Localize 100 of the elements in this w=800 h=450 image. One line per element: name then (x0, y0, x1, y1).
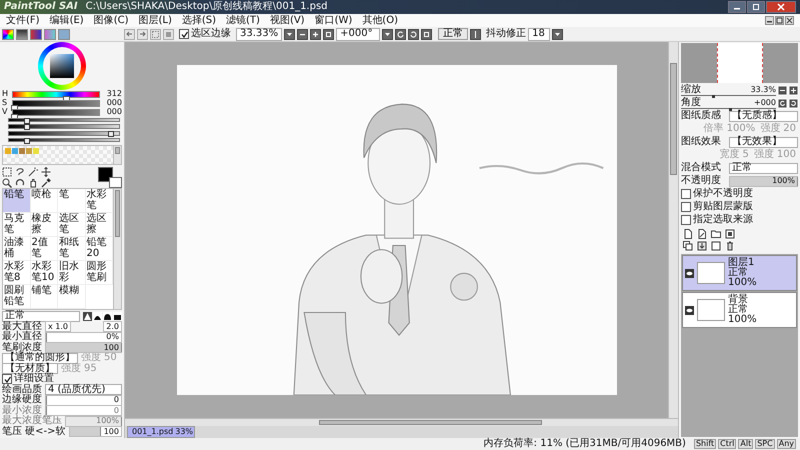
zoom-in-button[interactable] (310, 28, 322, 40)
restore-icon[interactable] (775, 16, 784, 25)
new-linework-layer-icon[interactable] (697, 229, 707, 239)
size-multiplier[interactable]: x 1.0 (45, 321, 71, 332)
wand-icon[interactable] (28, 166, 38, 177)
mixer-slider[interactable] (8, 138, 120, 142)
zoom-out-button[interactable] (297, 28, 308, 40)
brush-tool[interactable]: 和纸笔 (58, 236, 86, 261)
navigator-slider[interactable]: 缩放 33.3% (681, 84, 776, 96)
mixer-slider[interactable] (8, 130, 120, 136)
color-swatch[interactable] (26, 148, 32, 154)
brush-tip-icon[interactable] (113, 312, 122, 321)
eyedropper-icon[interactable] (41, 178, 51, 188)
paper-dropdown[interactable]: 【无效果】 (729, 136, 798, 148)
deselect-button[interactable] (150, 28, 161, 40)
canvas-scrollbar[interactable] (668, 42, 678, 418)
undo-button[interactable] (124, 28, 135, 40)
stabilizer-field[interactable]: 18 (528, 28, 550, 40)
opacity-slider[interactable]: 100% (729, 176, 798, 186)
menu-item[interactable]: 编辑(E) (50, 16, 84, 26)
trash-icon[interactable] (725, 241, 735, 251)
density-slider[interactable]: 100 (45, 342, 122, 354)
close-icon[interactable] (785, 16, 794, 25)
move-icon[interactable] (41, 166, 51, 177)
brush-tool[interactable]: 水彩笔10 (30, 260, 58, 285)
zoom-dropdown-button[interactable] (284, 28, 296, 40)
minimize-button[interactable] (728, 1, 746, 13)
menu-item[interactable]: 文件(F) (6, 16, 40, 26)
option-checkbox[interactable]: 指定选取来源 (681, 214, 798, 226)
color-slider[interactable] (12, 90, 100, 98)
hand-icon[interactable] (28, 178, 38, 188)
slider-toggle-icon[interactable] (16, 28, 28, 40)
menu-item[interactable]: 其他(O) (362, 16, 398, 26)
folder-icon[interactable] (711, 229, 721, 239)
swatch-toggle-icon[interactable] (58, 28, 70, 40)
menu-item[interactable]: 选择(S) (182, 16, 216, 26)
menu-item[interactable]: 图像(C) (94, 16, 128, 26)
brush-tool[interactable]: 马克笔 (3, 212, 30, 237)
maximize-button[interactable] (747, 1, 765, 13)
rotation-reset-button[interactable] (421, 28, 432, 40)
setting-slider[interactable]: 0 (45, 394, 122, 406)
menu-item[interactable]: 滤镜(T) (226, 16, 260, 26)
selection-icon[interactable] (2, 166, 12, 177)
brush-tip-icon[interactable] (103, 312, 112, 321)
tool-scrollbar[interactable] (113, 188, 121, 309)
document-tab[interactable]: 001_1.psd 33% (127, 426, 195, 438)
brush-tool[interactable]: 喷枪 (30, 188, 58, 213)
color-swatch[interactable] (19, 148, 25, 154)
navigator-slider[interactable]: 角度 +000 (681, 98, 776, 108)
paper-dropdown[interactable]: 【无质感】 (729, 110, 798, 122)
zoom-out-icon[interactable] (778, 86, 787, 94)
brush-tool[interactable]: 圆刷铅笔 (3, 284, 30, 309)
brush-tool[interactable]: 选区笔 (58, 212, 86, 237)
rotation-dropdown-button[interactable] (382, 28, 394, 40)
lasso-icon[interactable] (15, 166, 25, 177)
background-color[interactable] (109, 176, 122, 188)
rotate-left-button[interactable] (395, 28, 406, 40)
color-wheel-toggle-icon[interactable] (2, 28, 14, 40)
menu-item[interactable]: 窗口(W) (314, 16, 352, 26)
flip-button[interactable] (470, 28, 482, 40)
new-layer-icon[interactable] (683, 229, 693, 239)
mixer-slider[interactable] (8, 124, 120, 129)
eye-icon[interactable] (685, 268, 694, 278)
copy-layer-icon[interactable] (683, 241, 693, 251)
brush-tool[interactable]: 铅笔 (3, 188, 30, 213)
foreground-color[interactable] (98, 166, 113, 182)
zoom-field[interactable]: 33.33% (236, 28, 282, 40)
min-size-slider[interactable]: 0% (45, 332, 122, 343)
horizontal-scrollbar[interactable] (125, 418, 678, 426)
rotate-right-icon[interactable] (789, 98, 798, 108)
brush-tip-icon[interactable] (83, 312, 92, 321)
selection-edge-checkbox[interactable]: 选区边缘 (179, 29, 231, 39)
mixer-toggle-icon[interactable] (30, 28, 42, 40)
layer-item[interactable]: 图层1 正常 100% (682, 255, 797, 291)
option-checkbox[interactable]: 保护不透明度 (681, 188, 798, 200)
clear-layer-icon[interactable] (711, 241, 721, 251)
rotation-field[interactable]: +000° (336, 28, 380, 40)
close-button[interactable] (766, 1, 796, 13)
brush-tool[interactable]: 油漆桶 (3, 236, 30, 261)
advanced-settings-checkbox[interactable]: 详细设置 (2, 374, 122, 384)
max-size-value[interactable]: 2.0 (103, 321, 122, 332)
quality-dropdown[interactable]: 4 (品质优先) (45, 384, 122, 396)
merge-layer-icon[interactable] (697, 241, 707, 251)
option-checkbox[interactable]: 剪贴图层蒙版 (681, 201, 798, 213)
color-swatch[interactable] (33, 148, 39, 154)
brush-tool[interactable]: 旧水彩 (58, 260, 86, 285)
eye-icon[interactable] (685, 306, 694, 314)
brush-tool[interactable]: 铺笔 (30, 284, 58, 309)
zoom-in-icon[interactable] (789, 86, 798, 94)
blend-mode-dropdown[interactable]: 正常 (729, 162, 798, 174)
minimize-icon[interactable] (765, 16, 774, 25)
brush-tool[interactable]: 2值笔 (30, 236, 58, 261)
layer-item[interactable]: 背景 正常 100% (682, 292, 797, 328)
redo-button[interactable] (137, 28, 148, 40)
rotate-left-icon[interactable] (778, 98, 787, 108)
setting-slider[interactable]: 100 (68, 426, 122, 438)
color-swatch[interactable] (5, 148, 11, 154)
rotate-icon[interactable] (15, 178, 25, 188)
menu-item[interactable]: 图层(L) (138, 16, 172, 26)
brush-tool[interactable]: 橡皮擦 (30, 212, 58, 237)
